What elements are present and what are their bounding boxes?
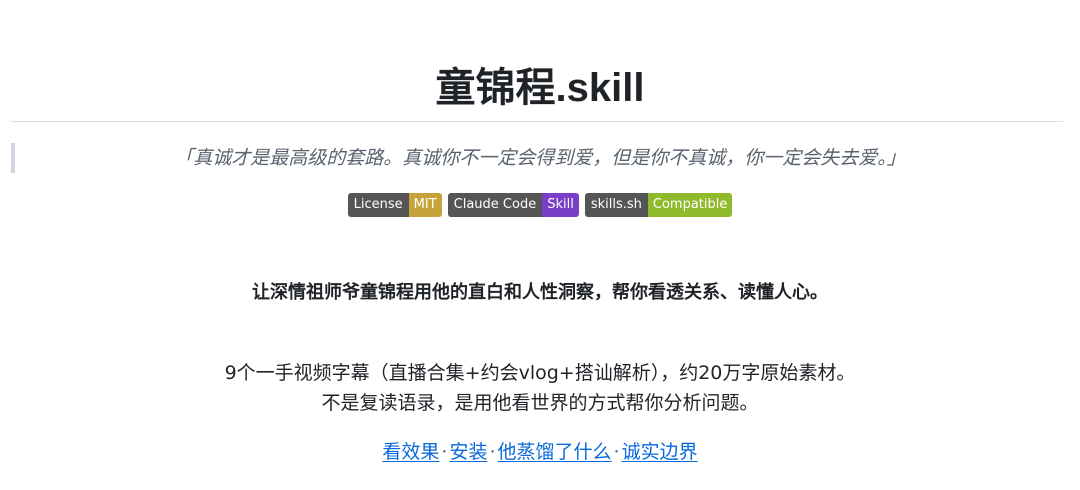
description: 9个一手视频字幕（直播合集+约会vlog+搭讪解析），约20万字原始素材。 不是… <box>0 358 1080 418</box>
badge-value: MIT <box>408 193 442 217</box>
page-title: 童锦程.skill <box>0 58 1080 118</box>
badge-label: skills.sh <box>584 193 648 217</box>
link-separator: · <box>489 441 496 463</box>
badge-value: Skill <box>542 193 579 217</box>
badge-row: License MIT Claude Code Skill skills.sh … <box>0 193 1080 217</box>
license-badge[interactable]: License MIT <box>347 193 442 217</box>
claude-code-badge[interactable]: Claude Code Skill <box>447 193 579 217</box>
link-separator: · <box>613 441 620 463</box>
link-boundaries[interactable]: 诚实边界 <box>622 441 698 463</box>
nav-links: 看效果 · 安装 · 他蒸馏了什么 · 诚实边界 <box>0 437 1080 467</box>
link-distilled[interactable]: 他蒸馏了什么 <box>498 441 612 463</box>
link-install[interactable]: 安装 <box>449 441 487 463</box>
link-demo[interactable]: 看效果 <box>382 441 439 463</box>
description-line-2: 不是复读语录，是用他看世界的方式帮你分析问题。 <box>321 392 759 414</box>
description-line-1: 9个一手视频字幕（直播合集+约会vlog+搭讪解析），约20万字原始素材。 <box>224 362 856 384</box>
badge-label: License <box>347 193 409 217</box>
tagline: 让深情祖师爷童锦程用他的直白和人性洞察，帮你看透关系、读懂人心。 <box>252 282 828 303</box>
badge-value: Compatible <box>647 193 733 217</box>
badge-label: Claude Code <box>447 193 543 217</box>
title-name: 童锦程 <box>435 65 556 111</box>
blockquote-text: 「真诚才是最高级的套路。真诚你不一定会得到爱，但是你不真诚，你一定会失去爱。」 <box>174 147 906 169</box>
link-separator: · <box>441 441 448 463</box>
readme-page: 童锦程.skill 「真诚才是最高级的套路。真诚你不一定会得到爱，但是你不真诚，… <box>0 0 1080 490</box>
title-divider <box>11 121 1063 122</box>
skills-sh-badge[interactable]: skills.sh Compatible <box>584 193 733 217</box>
title-suffix: .skill <box>555 66 645 110</box>
